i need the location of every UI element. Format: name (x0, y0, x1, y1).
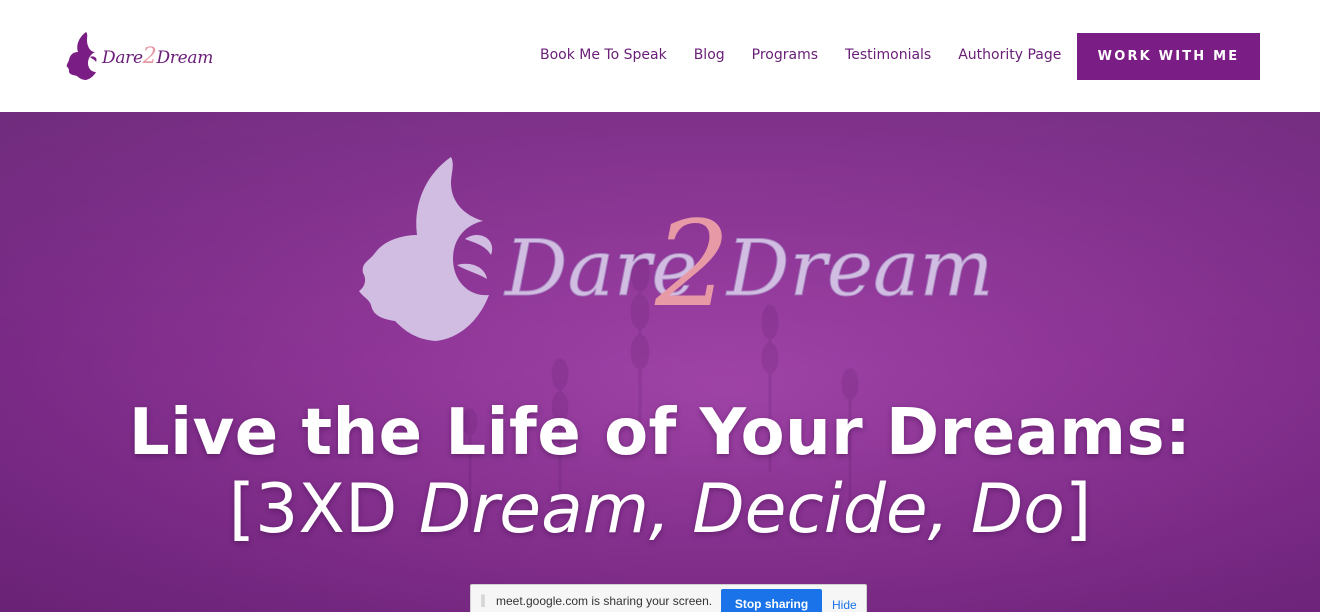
nav-authority-page[interactable]: Authority Page (958, 44, 1061, 66)
svg-text:Dream: Dream (725, 224, 993, 314)
svg-text:2: 2 (654, 195, 730, 333)
main-nav: Book Me To Speak Blog Programs Testimoni… (540, 44, 1088, 66)
stop-sharing-button[interactable]: Stop sharing (721, 589, 822, 612)
hero-dare2dream-logo: Dare 2 Dream (359, 157, 994, 341)
drag-handle-icon[interactable]: ‖ (480, 593, 490, 607)
hide-link[interactable]: Hide (832, 597, 857, 612)
work-with-me-button[interactable]: WORK WITH ME (1077, 33, 1260, 80)
screen-share-bar: ‖ meet.google.com is sharing your screen… (470, 584, 867, 612)
nav-blog[interactable]: Blog (694, 44, 725, 66)
woman-profile-logo-icon (66, 32, 97, 80)
nav-testimonials[interactable]: Testimonials (845, 44, 931, 66)
site-logo[interactable]: Dare2Dream (64, 28, 234, 84)
share-message: meet.google.com is sharing your screen. (496, 594, 713, 608)
hero-headline: Live the Life of Your Dreams: (128, 396, 1192, 470)
hero-subheadline: [3XD Dream, Decide, Do] (228, 470, 1092, 549)
logo-wordmark: Dare2Dream (102, 43, 214, 69)
site-header: Dare2Dream Book Me To Speak Blog Program… (0, 0, 1320, 112)
nav-book-me-to-speak[interactable]: Book Me To Speak (540, 44, 667, 66)
nav-programs[interactable]: Programs (752, 44, 818, 66)
woman-profile-icon (359, 157, 489, 341)
